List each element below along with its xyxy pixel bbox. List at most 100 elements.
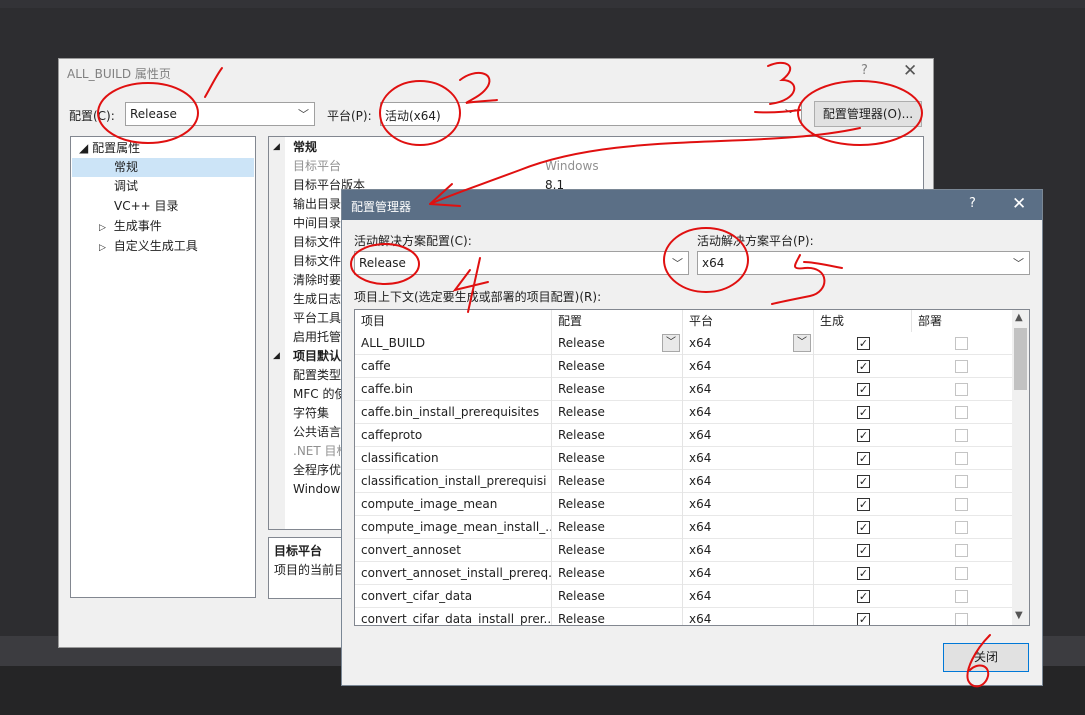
- table-scrollbar[interactable]: ▲ ▼: [1012, 310, 1029, 625]
- project-cell: classification: [355, 447, 552, 470]
- project-cell: classification_install_prerequisi: [355, 470, 552, 493]
- column-header-deploy[interactable]: 部署: [912, 310, 1013, 332]
- build-checkbox[interactable]: ✓: [857, 429, 870, 442]
- platform-cell[interactable]: x64: [683, 401, 814, 424]
- platform-cell[interactable]: x64: [683, 562, 814, 585]
- config-cell[interactable]: Release: [552, 516, 683, 539]
- table-row[interactable]: caffe.bin Release x64 ✓: [355, 378, 1013, 401]
- grid-row[interactable]: 目标平台 Windows: [269, 157, 923, 176]
- table-row[interactable]: caffe.bin_install_prerequisites Release …: [355, 401, 1013, 424]
- config-cell[interactable]: Release: [552, 608, 683, 625]
- project-cell: caffe.bin_install_prerequisites: [355, 401, 552, 424]
- tree-item-build-events[interactable]: ▷ 生成事件: [99, 217, 162, 236]
- tree-root-config-properties[interactable]: ◢ 配置属性: [79, 139, 140, 158]
- config-cell[interactable]: Release: [552, 562, 683, 585]
- config-select-value: Release: [130, 107, 177, 121]
- table-row[interactable]: compute_image_mean_install_... Release x…: [355, 516, 1013, 539]
- table-row[interactable]: classification_install_prerequisi Releas…: [355, 470, 1013, 493]
- table-row[interactable]: caffe Release x64 ✓: [355, 355, 1013, 378]
- column-header-platform[interactable]: 平台: [683, 310, 814, 332]
- build-checkbox[interactable]: ✓: [857, 452, 870, 465]
- column-header-config[interactable]: 配置: [552, 310, 683, 332]
- build-checkbox[interactable]: ✓: [857, 544, 870, 557]
- platform-cell[interactable]: x64 ﹀: [683, 332, 814, 355]
- scrollbar-thumb[interactable]: [1014, 328, 1027, 390]
- config-cell[interactable]: Release: [552, 585, 683, 608]
- project-cell: caffe.bin: [355, 378, 552, 401]
- chevron-down-icon: ﹀: [785, 108, 796, 121]
- build-checkbox[interactable]: ✓: [857, 613, 870, 625]
- platform-cell[interactable]: x64: [683, 493, 814, 516]
- platform-cell[interactable]: x64: [683, 355, 814, 378]
- table-row[interactable]: compute_image_mean Release x64 ✓: [355, 493, 1013, 516]
- config-cell[interactable]: Release: [552, 424, 683, 447]
- deploy-checkbox: [955, 429, 968, 442]
- table-row[interactable]: convert_annoset_install_prereq... Releas…: [355, 562, 1013, 585]
- platform-cell[interactable]: x64: [683, 585, 814, 608]
- close-button[interactable]: 关闭: [943, 643, 1029, 672]
- configuration-manager-dialog: 配置管理器 ? ✕ 活动解决方案配置(C): Release ﹀ 活动解决方案平…: [341, 189, 1043, 686]
- platform-cell[interactable]: x64: [683, 516, 814, 539]
- build-checkbox[interactable]: ✓: [857, 337, 870, 350]
- deploy-checkbox: [955, 337, 968, 350]
- build-checkbox[interactable]: ✓: [857, 521, 870, 534]
- close-icon[interactable]: ✕: [1012, 194, 1026, 214]
- active-config-select[interactable]: Release ﹀: [354, 251, 689, 275]
- tree-item-vc-directories[interactable]: VC++ 目录: [114, 197, 179, 216]
- platform-select[interactable]: 活动(x64) ﹀: [380, 102, 802, 126]
- platform-cell[interactable]: x64: [683, 447, 814, 470]
- config-cell[interactable]: Release ﹀: [552, 332, 683, 355]
- build-checkbox[interactable]: ✓: [857, 475, 870, 488]
- help-button[interactable]: ?: [969, 196, 976, 211]
- build-checkbox[interactable]: ✓: [857, 383, 870, 396]
- chevron-down-icon: ﹀: [1013, 257, 1024, 270]
- active-platform-value: x64: [702, 256, 725, 270]
- config-cell[interactable]: Release: [552, 378, 683, 401]
- grid-section-general[interactable]: ◢ 常规: [269, 138, 923, 157]
- config-cell[interactable]: Release: [552, 401, 683, 424]
- column-header-project[interactable]: 项目: [355, 310, 552, 332]
- active-platform-select[interactable]: x64 ﹀: [697, 251, 1030, 275]
- config-cell[interactable]: Release: [552, 447, 683, 470]
- config-cell[interactable]: Release: [552, 539, 683, 562]
- table-row[interactable]: classification Release x64 ✓: [355, 447, 1013, 470]
- deploy-checkbox: [955, 475, 968, 488]
- table-row[interactable]: caffeproto Release x64 ✓: [355, 424, 1013, 447]
- platform-cell[interactable]: x64: [683, 539, 814, 562]
- scroll-up-icon[interactable]: ▲: [1015, 312, 1023, 323]
- platform-cell[interactable]: x64: [683, 378, 814, 401]
- table-row[interactable]: convert_annoset Release x64 ✓: [355, 539, 1013, 562]
- platform-cell[interactable]: x64: [683, 424, 814, 447]
- project-cell: caffeproto: [355, 424, 552, 447]
- build-checkbox[interactable]: ✓: [857, 406, 870, 419]
- config-label: 配置(C):: [69, 109, 115, 123]
- chevron-down-icon[interactable]: ﹀: [793, 334, 811, 352]
- table-row[interactable]: convert_cifar_data Release x64 ✓: [355, 585, 1013, 608]
- config-manager-button[interactable]: 配置管理器(O)...: [814, 101, 922, 127]
- config-cell[interactable]: Release: [552, 493, 683, 516]
- project-cell: ALL_BUILD: [355, 332, 552, 355]
- expand-arrow-icon: ▷: [99, 243, 106, 253]
- column-header-build[interactable]: 生成: [814, 310, 912, 332]
- build-checkbox[interactable]: ✓: [857, 360, 870, 373]
- build-checkbox[interactable]: ✓: [857, 567, 870, 580]
- table-row[interactable]: ALL_BUILD Release ﹀ x64 ﹀ ✓: [355, 332, 1013, 355]
- project-cell: convert_annoset_install_prereq...: [355, 562, 552, 585]
- chevron-down-icon[interactable]: ﹀: [662, 334, 680, 352]
- tree-item-general[interactable]: 常规: [72, 158, 254, 177]
- platform-cell[interactable]: x64: [683, 470, 814, 493]
- build-checkbox[interactable]: ✓: [857, 498, 870, 511]
- config-cell[interactable]: Release: [552, 355, 683, 378]
- dialog-titlebar: 配置管理器 ? ✕: [342, 190, 1042, 220]
- tree-item-custom-build-tool[interactable]: ▷ 自定义生成工具: [99, 237, 198, 256]
- help-button[interactable]: ?: [861, 63, 868, 78]
- config-cell[interactable]: Release: [552, 470, 683, 493]
- build-checkbox[interactable]: ✓: [857, 590, 870, 603]
- platform-cell[interactable]: x64: [683, 608, 814, 625]
- tree-item-debugging[interactable]: 调试: [114, 177, 138, 196]
- dialog-title: 配置管理器: [351, 200, 412, 214]
- scroll-down-icon[interactable]: ▼: [1015, 610, 1023, 621]
- close-icon[interactable]: ✕: [903, 61, 917, 81]
- table-row[interactable]: convert_cifar_data_install_prer... Relea…: [355, 608, 1013, 625]
- config-select[interactable]: Release ﹀: [125, 102, 315, 126]
